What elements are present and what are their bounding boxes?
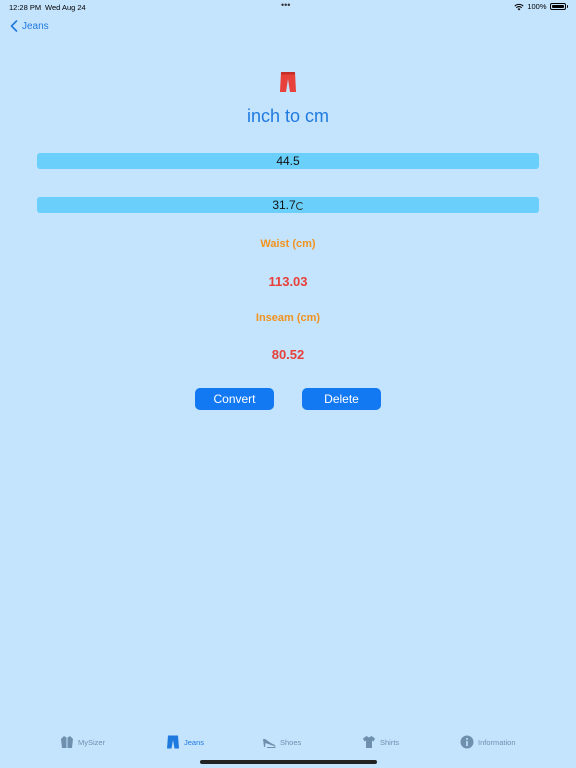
- battery-cap: [566, 5, 568, 8]
- inseam-input-value: 31.7: [272, 198, 296, 212]
- waist-cm-label: Waist (cm): [260, 238, 316, 250]
- info-icon: [460, 735, 474, 749]
- status-time: 12:28 PM: [9, 3, 42, 12]
- battery-icon: [549, 3, 566, 10]
- inseam-cm-result: 80.52: [271, 347, 305, 362]
- waist-input-value: 44.5: [276, 154, 300, 168]
- battery-percent: 100%: [527, 2, 547, 11]
- wifi-icon: [514, 3, 524, 10]
- inseam-inch-input[interactable]: 31.7: [37, 197, 539, 213]
- back-button[interactable]: Jeans: [10, 20, 49, 32]
- tab-information-label: Information: [478, 737, 516, 747]
- jeans-icon: [167, 735, 179, 749]
- tab-shirts[interactable]: Shirts: [362, 735, 399, 749]
- tab-shoes-label: Shoes: [280, 737, 302, 747]
- inseam-cm-label: Inseam (cm): [255, 312, 321, 324]
- tab-mysizer-label: MySizer: [78, 737, 106, 747]
- shoe-icon: [263, 739, 276, 748]
- chevron-left-icon: [10, 20, 18, 32]
- tab-shirts-label: Shirts: [380, 737, 400, 747]
- status-date: Wed Aug 24: [45, 3, 86, 12]
- shirt-icon: [363, 736, 375, 748]
- convert-button[interactable]: Convert: [195, 388, 274, 410]
- delete-button[interactable]: Delete: [302, 388, 381, 410]
- back-label: Jeans: [22, 20, 49, 32]
- waist-inch-input[interactable]: 44.5: [37, 153, 539, 169]
- jeans-icon: [280, 72, 296, 92]
- home-indicator[interactable]: [200, 760, 377, 764]
- text-cursor-icon: [295, 201, 304, 210]
- waist-cm-result: 113.03: [268, 274, 308, 289]
- tab-information[interactable]: Information: [460, 735, 516, 749]
- tab-shoes[interactable]: Shoes: [262, 735, 301, 749]
- tab-jeans-label: Jeans: [184, 737, 205, 747]
- tab-mysizer[interactable]: MySizer: [60, 735, 105, 749]
- page-title: inch to cm: [246, 106, 330, 126]
- multitasking-dots-icon[interactable]: •••: [281, 0, 290, 10]
- status-indicators: 100%: [514, 2, 568, 11]
- status-bar: 12:28 PM Wed Aug 24 ••• 100%: [0, 0, 576, 14]
- jacket-icon: [61, 736, 73, 748]
- tab-jeans[interactable]: Jeans: [166, 735, 204, 749]
